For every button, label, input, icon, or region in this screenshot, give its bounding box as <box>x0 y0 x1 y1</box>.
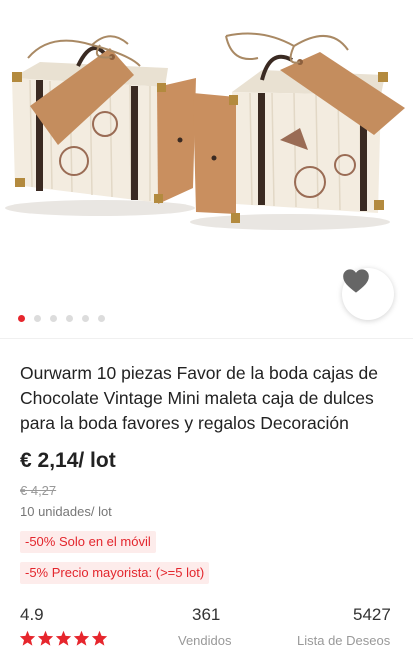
promo-badge-mobile-discount: -50% Solo en el móvil <box>20 531 156 553</box>
rating-value: 4.9 <box>20 605 44 624</box>
carousel-indicator <box>18 315 105 322</box>
original-price: € 4,27 <box>20 483 57 498</box>
sold-count: 361 <box>192 605 221 624</box>
rating-stars[interactable] <box>19 630 108 646</box>
promo-badge-wholesale[interactable]: -5% Precio mayorista: (>=5 lot) <box>20 562 210 584</box>
carousel-dot[interactable] <box>98 315 105 322</box>
carousel-dot[interactable] <box>66 315 73 322</box>
carousel-dot[interactable] <box>82 315 89 322</box>
divider <box>0 338 413 339</box>
product-image-gallery[interactable] <box>0 0 413 338</box>
star-icon <box>37 630 54 646</box>
wishlist-label: Lista de Deseos <box>297 633 391 648</box>
product-price: € 2,14/ lot <box>20 449 116 472</box>
wishlist-button[interactable] <box>342 268 394 320</box>
star-icon <box>19 630 36 646</box>
star-icon <box>55 630 72 646</box>
carousel-dot[interactable] <box>34 315 41 322</box>
star-icon <box>91 630 108 646</box>
heart-icon <box>343 269 369 293</box>
carousel-dot[interactable] <box>50 315 57 322</box>
wishlist-count: 5427 <box>353 605 391 624</box>
carousel-dot[interactable] <box>18 315 25 322</box>
star-icon <box>73 630 90 646</box>
unit-info: 10 unidades/ lot <box>20 504 112 519</box>
product-title: Ourwarm 10 piezas Favor de la boda cajas… <box>20 363 378 433</box>
sold-label: Vendidos <box>178 633 232 648</box>
